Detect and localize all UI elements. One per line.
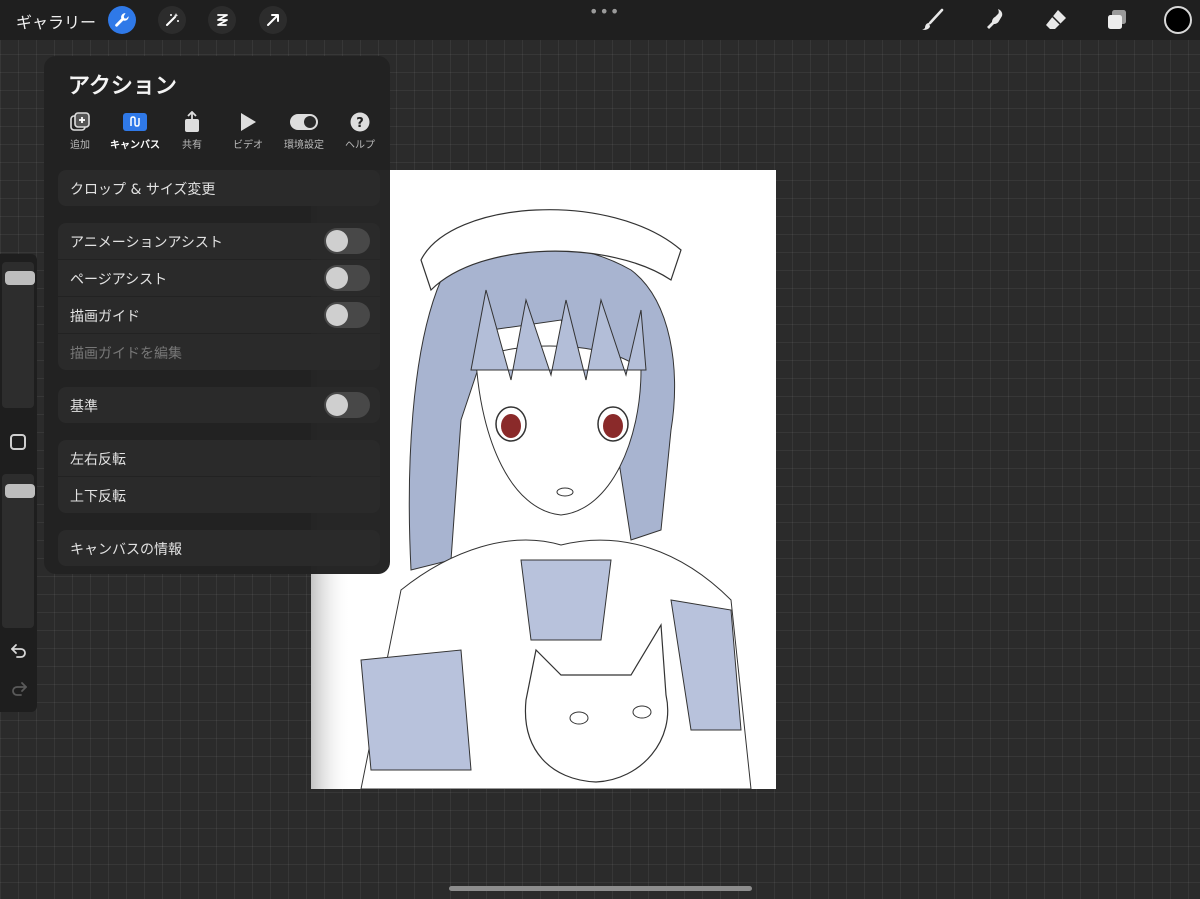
help-icon: ? xyxy=(350,112,370,132)
reference-label: 基準 xyxy=(70,399,98,415)
play-icon xyxy=(241,113,256,131)
reference-toggle[interactable] xyxy=(324,392,370,418)
flip-vertical-item[interactable]: 上下反転 xyxy=(58,477,380,513)
tab-help[interactable]: ? ヘルプ xyxy=(334,110,386,152)
canvas-icon xyxy=(123,113,147,131)
redo-button[interactable] xyxy=(9,678,29,698)
home-indicator[interactable] xyxy=(449,886,752,891)
actions-panel: アクション 追加 キャンバス 共有 ビデオ 環境設定 ? ヘルプ クロップ & … xyxy=(44,56,390,574)
share-icon xyxy=(185,111,199,132)
edit-drawing-guide-label: 描画ガイドを編集 xyxy=(70,346,182,362)
flip-horizontal-item[interactable]: 左右反転 xyxy=(58,440,380,476)
animation-assist-item: アニメーションアシスト xyxy=(58,223,380,259)
drawing-guide-item: 描画ガイド xyxy=(58,297,380,333)
modifier-square-icon[interactable] xyxy=(10,434,26,450)
tab-label: 環境設定 xyxy=(284,140,324,151)
undo-icon xyxy=(11,644,26,658)
opacity-slider[interactable] xyxy=(2,474,35,628)
toggle-icon xyxy=(290,114,318,130)
tab-label: キャンバス xyxy=(110,140,160,151)
brush-button[interactable] xyxy=(919,6,947,34)
reference-item: 基準 xyxy=(58,387,380,423)
tab-label: 共有 xyxy=(182,140,202,151)
transform-button[interactable] xyxy=(259,6,287,34)
redo-icon xyxy=(12,682,27,696)
eraser-icon xyxy=(1046,10,1066,29)
crop-resize-item[interactable]: クロップ & サイズ変更 xyxy=(58,170,380,206)
wrench-icon xyxy=(115,13,129,27)
edit-drawing-guide-item[interactable]: 描画ガイドを編集 xyxy=(58,334,380,370)
gallery-button[interactable]: ギャラリー xyxy=(16,9,96,33)
brush-icon xyxy=(922,8,944,30)
page-assist-item: ページアシスト xyxy=(58,260,380,296)
canvas-info-item[interactable]: キャンバスの情報 xyxy=(58,530,380,566)
actions-wrench-button[interactable] xyxy=(108,6,136,34)
tab-video[interactable]: ビデオ xyxy=(222,110,274,152)
smudge-icon xyxy=(987,9,1003,29)
svg-text:?: ? xyxy=(356,116,364,131)
tab-label: ヘルプ xyxy=(345,140,375,151)
tab-preferences[interactable]: 環境設定 xyxy=(276,110,332,152)
drag-handle-icon[interactable]: ••• xyxy=(589,2,620,21)
tab-canvas[interactable]: キャンバス xyxy=(106,110,164,152)
canvas-info-label: キャンバスの情報 xyxy=(70,542,182,558)
adjustments-button[interactable] xyxy=(158,6,186,34)
tab-label: ビデオ xyxy=(233,140,263,151)
flip-vertical-label: 上下反転 xyxy=(70,489,126,505)
flip-horizontal-label: 左右反転 xyxy=(70,452,126,468)
tab-share[interactable]: 共有 xyxy=(166,110,218,152)
selection-button[interactable] xyxy=(208,6,236,34)
layers-button[interactable] xyxy=(1103,6,1131,34)
selection-icon xyxy=(217,14,228,26)
animation-assist-toggle[interactable] xyxy=(324,228,370,254)
top-toolbar: ギャラリー ••• xyxy=(0,0,1200,40)
animation-assist-label: アニメーションアシスト xyxy=(70,235,223,251)
brush-size-slider[interactable] xyxy=(2,262,35,408)
brush-size-thumb[interactable] xyxy=(5,271,35,286)
tab-add[interactable]: 追加 xyxy=(54,110,106,152)
add-icon xyxy=(70,112,90,131)
transform-arrow-icon xyxy=(267,14,279,26)
panel-title: アクション xyxy=(68,74,177,99)
page-assist-label: ページアシスト xyxy=(70,272,168,288)
page-assist-toggle[interactable] xyxy=(324,265,370,291)
color-picker-button[interactable] xyxy=(1164,6,1192,34)
magic-wand-icon xyxy=(166,13,179,26)
drawing-guide-label: 描画ガイド xyxy=(70,309,140,325)
tab-label: 追加 xyxy=(70,140,90,151)
opacity-thumb[interactable] xyxy=(5,483,35,498)
drawing-guide-toggle[interactable] xyxy=(324,302,370,328)
eraser-button[interactable] xyxy=(1042,6,1070,34)
undo-button[interactable] xyxy=(9,640,29,660)
left-sidebar xyxy=(0,254,37,712)
layers-icon xyxy=(1108,10,1126,29)
actions-tabs: 追加 キャンバス 共有 ビデオ 環境設定 ? ヘルプ xyxy=(54,110,384,152)
smudge-button[interactable] xyxy=(980,6,1008,34)
crop-resize-label: クロップ & サイズ変更 xyxy=(70,182,216,198)
